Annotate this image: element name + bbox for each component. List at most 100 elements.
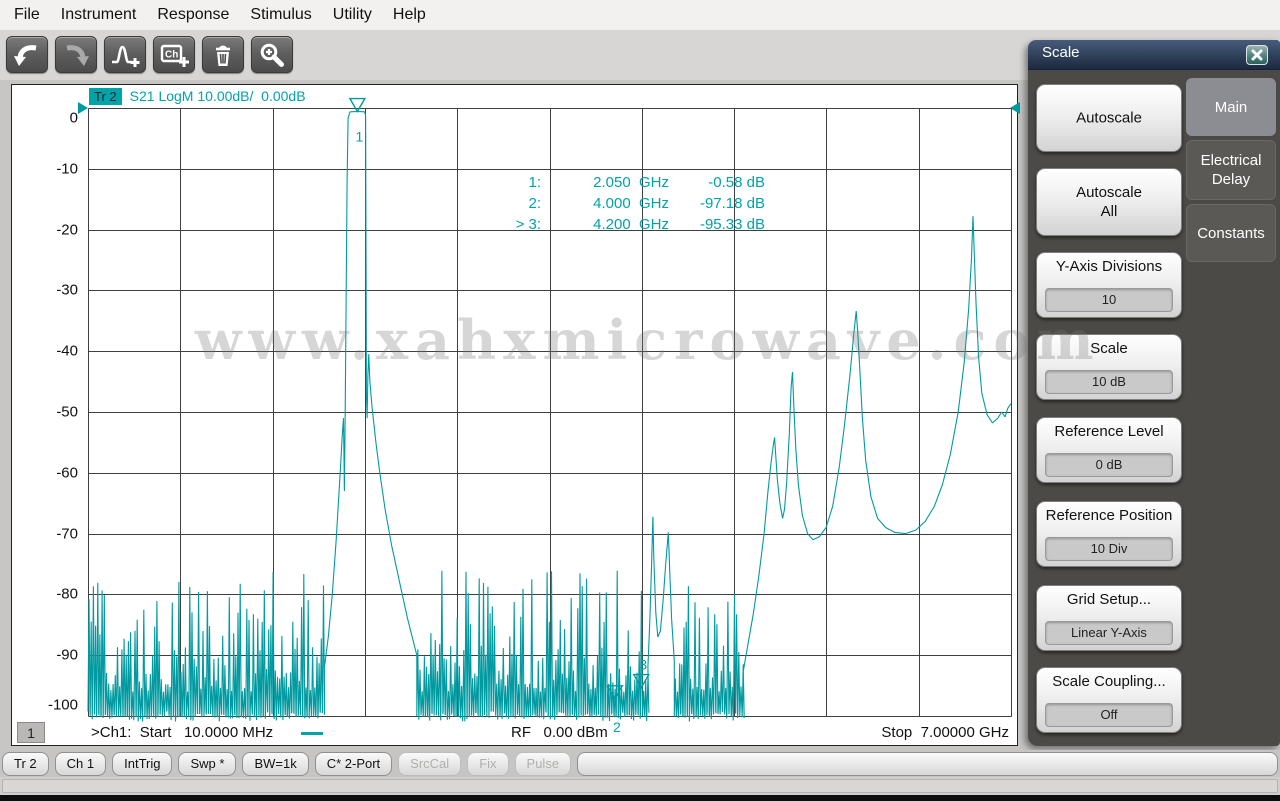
new-trace-icon xyxy=(112,45,140,67)
y-tick-label: -70 xyxy=(56,525,78,543)
start-frequency-label: >Ch1: Start 10.0000 MHz xyxy=(91,724,274,741)
close-icon[interactable] xyxy=(1246,45,1268,65)
y-tick-label: -100 xyxy=(47,696,78,714)
panel-tab-label: Electrical Delay xyxy=(1200,152,1262,188)
undo-button[interactable] xyxy=(6,36,48,73)
panel-tab-label: Constants xyxy=(1197,224,1265,242)
panel-tab-electrical-delay[interactable]: Electrical Delay xyxy=(1186,140,1276,200)
control-label: Scale xyxy=(1037,339,1181,358)
svg-text:Ch: Ch xyxy=(165,49,178,60)
control-label-line: Reference Level xyxy=(1054,423,1164,440)
redo-button[interactable] xyxy=(55,36,97,73)
scale-control-autoscale[interactable]: Autoscale xyxy=(1036,84,1182,152)
window-bottom-edge xyxy=(0,795,1280,801)
control-label: Reference Level xyxy=(1037,422,1181,441)
marker-readout-1-value: -0.58 dB xyxy=(708,174,765,191)
message-field xyxy=(2,779,1278,793)
y-tick-label: -60 xyxy=(56,464,78,482)
message-bar xyxy=(0,777,1280,795)
trace-descriptor: S21 LogM 10.00dB/ 0.00dB xyxy=(129,88,306,104)
status-tab-fix[interactable]: Fix xyxy=(467,751,509,776)
control-label-line: Reference Position xyxy=(1045,507,1173,524)
stop-frequency-label: Stop 7.00000 GHz xyxy=(881,724,1009,741)
marker-readout-1-id: 1: xyxy=(528,174,541,191)
marker-readout-3-value: -95.33 dB xyxy=(699,216,765,233)
delete-trace-button[interactable] xyxy=(202,36,244,73)
zoom-button[interactable] xyxy=(251,36,293,73)
channel-number-badge[interactable]: 1 xyxy=(17,722,45,743)
marker-readout-2-value: -97.18 dB xyxy=(699,195,765,212)
menu-bar: File Instrument Response Stimulus Utility Hel… xyxy=(0,0,1280,30)
y-tick-label: 0 xyxy=(69,109,78,127)
control-label: Grid Setup... xyxy=(1037,590,1181,609)
menu-item-help[interactable]: Help xyxy=(383,0,436,30)
menu-item-utility[interactable]: Utility xyxy=(323,0,382,30)
control-label-line: Grid Setup... xyxy=(1066,591,1152,608)
trace-color-key xyxy=(301,732,323,735)
control-label: Autoscale xyxy=(1037,109,1181,128)
marker-readout: 1: 2.050 GHz -0.58 dB 2: 4.000 GHz -97.18 dB >… xyxy=(421,174,765,237)
trace-name-badge[interactable]: Tr 2 xyxy=(89,87,122,105)
status-tab-empty[interactable] xyxy=(577,751,1278,776)
status-tab-swp-[interactable]: Swp * xyxy=(178,751,237,776)
status-tab-pulse[interactable]: Pulse xyxy=(514,751,572,776)
control-label-line: Autoscale xyxy=(1076,184,1142,201)
marker-1-label: 1 xyxy=(355,129,363,145)
status-tab-inttrig[interactable]: IntTrig xyxy=(112,751,173,776)
panel-tab-constants[interactable]: Constants xyxy=(1186,204,1276,262)
control-label: Autoscale All xyxy=(1037,183,1181,221)
control-label-line: Scale xyxy=(1090,340,1128,357)
delete-trace-icon xyxy=(216,45,230,66)
control-value[interactable]: 10 dB xyxy=(1045,370,1173,394)
control-value[interactable]: Linear Y-Axis xyxy=(1045,621,1173,645)
new-trace-button[interactable] xyxy=(104,36,146,73)
control-label: Scale Coupling... xyxy=(1037,672,1181,691)
status-tab-tr-2[interactable]: Tr 2 xyxy=(2,751,49,776)
menu-item-response[interactable]: Response xyxy=(147,0,239,30)
status-tab-bw-1k[interactable]: BW=1k xyxy=(242,751,309,776)
menu-item-instrument[interactable]: Instrument xyxy=(51,0,147,30)
menu-item-file[interactable]: File xyxy=(4,0,50,30)
control-value[interactable]: Off xyxy=(1045,703,1173,727)
scale-control-scale-coupling-[interactable]: Scale Coupling... Off xyxy=(1036,667,1182,733)
y-tick-label: -80 xyxy=(56,585,78,603)
control-label-line: All xyxy=(1100,203,1118,220)
control-value[interactable]: 10 Div xyxy=(1045,537,1173,561)
scale-control-grid-setup-[interactable]: Grid Setup... Linear Y-Axis xyxy=(1036,585,1182,651)
y-tick-label: -50 xyxy=(56,403,78,421)
y-tick-label: -40 xyxy=(56,342,78,360)
panel-tab-main[interactable]: Main xyxy=(1186,78,1276,136)
control-label: Reference Position xyxy=(1037,506,1181,525)
control-value[interactable]: 10 xyxy=(1045,288,1173,312)
status-tab-ch-1[interactable]: Ch 1 xyxy=(54,751,107,776)
y-tick-label: -10 xyxy=(56,160,78,178)
scale-control-reference-position[interactable]: Reference Position 10 Div xyxy=(1036,501,1182,567)
menu-item-stimulus[interactable]: Stimulus xyxy=(240,0,321,30)
trace-header: Tr 2 S21 LogM 10.00dB/ 0.00dB xyxy=(89,87,306,105)
scale-control-autoscale-all[interactable]: Autoscale All xyxy=(1036,168,1182,236)
status-tab-c-2-port[interactable]: C* 2-Port xyxy=(314,751,393,776)
marker-readout-2-id: 2: xyxy=(528,195,541,212)
marker-readout-2-freq: 4.000 GHz xyxy=(593,195,669,212)
status-tab-srccal[interactable]: SrcCal xyxy=(398,751,462,776)
redo-icon xyxy=(66,44,89,66)
new-channel-button[interactable]: Ch xyxy=(153,36,195,73)
control-value[interactable]: 0 dB xyxy=(1045,453,1173,477)
scale-panel-title: Scale xyxy=(1042,44,1080,61)
scale-control-y-axis-divisions[interactable]: Y-Axis Divisions 10 xyxy=(1036,252,1182,318)
control-label-line: Scale Coupling... xyxy=(1052,673,1166,690)
scale-control-reference-level[interactable]: Reference Level 0 dB xyxy=(1036,417,1182,483)
marker-3[interactable]: 3 xyxy=(632,657,650,690)
stimulus-info-bar: 1 >Ch1: Start 10.0000 MHz RF 0.00 dBm St… xyxy=(12,715,1017,745)
y-axis-labels: 0 -10 -20 -30 -40 -50 -60 -70 -80 -90 -100 xyxy=(38,85,78,747)
zoom-icon xyxy=(260,43,284,67)
scale-panel: Scale Autoscale Autoscale All Y-Axis Divisi… xyxy=(1028,40,1280,746)
undo-icon xyxy=(14,44,37,66)
reference-position-indicator-left[interactable] xyxy=(78,102,88,114)
scale-control-scale[interactable]: Scale 10 dB xyxy=(1036,334,1182,400)
y-tick-label: -20 xyxy=(56,221,78,239)
control-label: Y-Axis Divisions xyxy=(1037,257,1181,276)
chart-window: Tr 2 S21 LogM 10.00dB/ 0.00dB 0 -10 -20 -30… xyxy=(11,84,1020,747)
marker-readout-1-freq: 2.050 GHz xyxy=(593,174,669,191)
marker-1[interactable]: 1 xyxy=(348,97,367,145)
